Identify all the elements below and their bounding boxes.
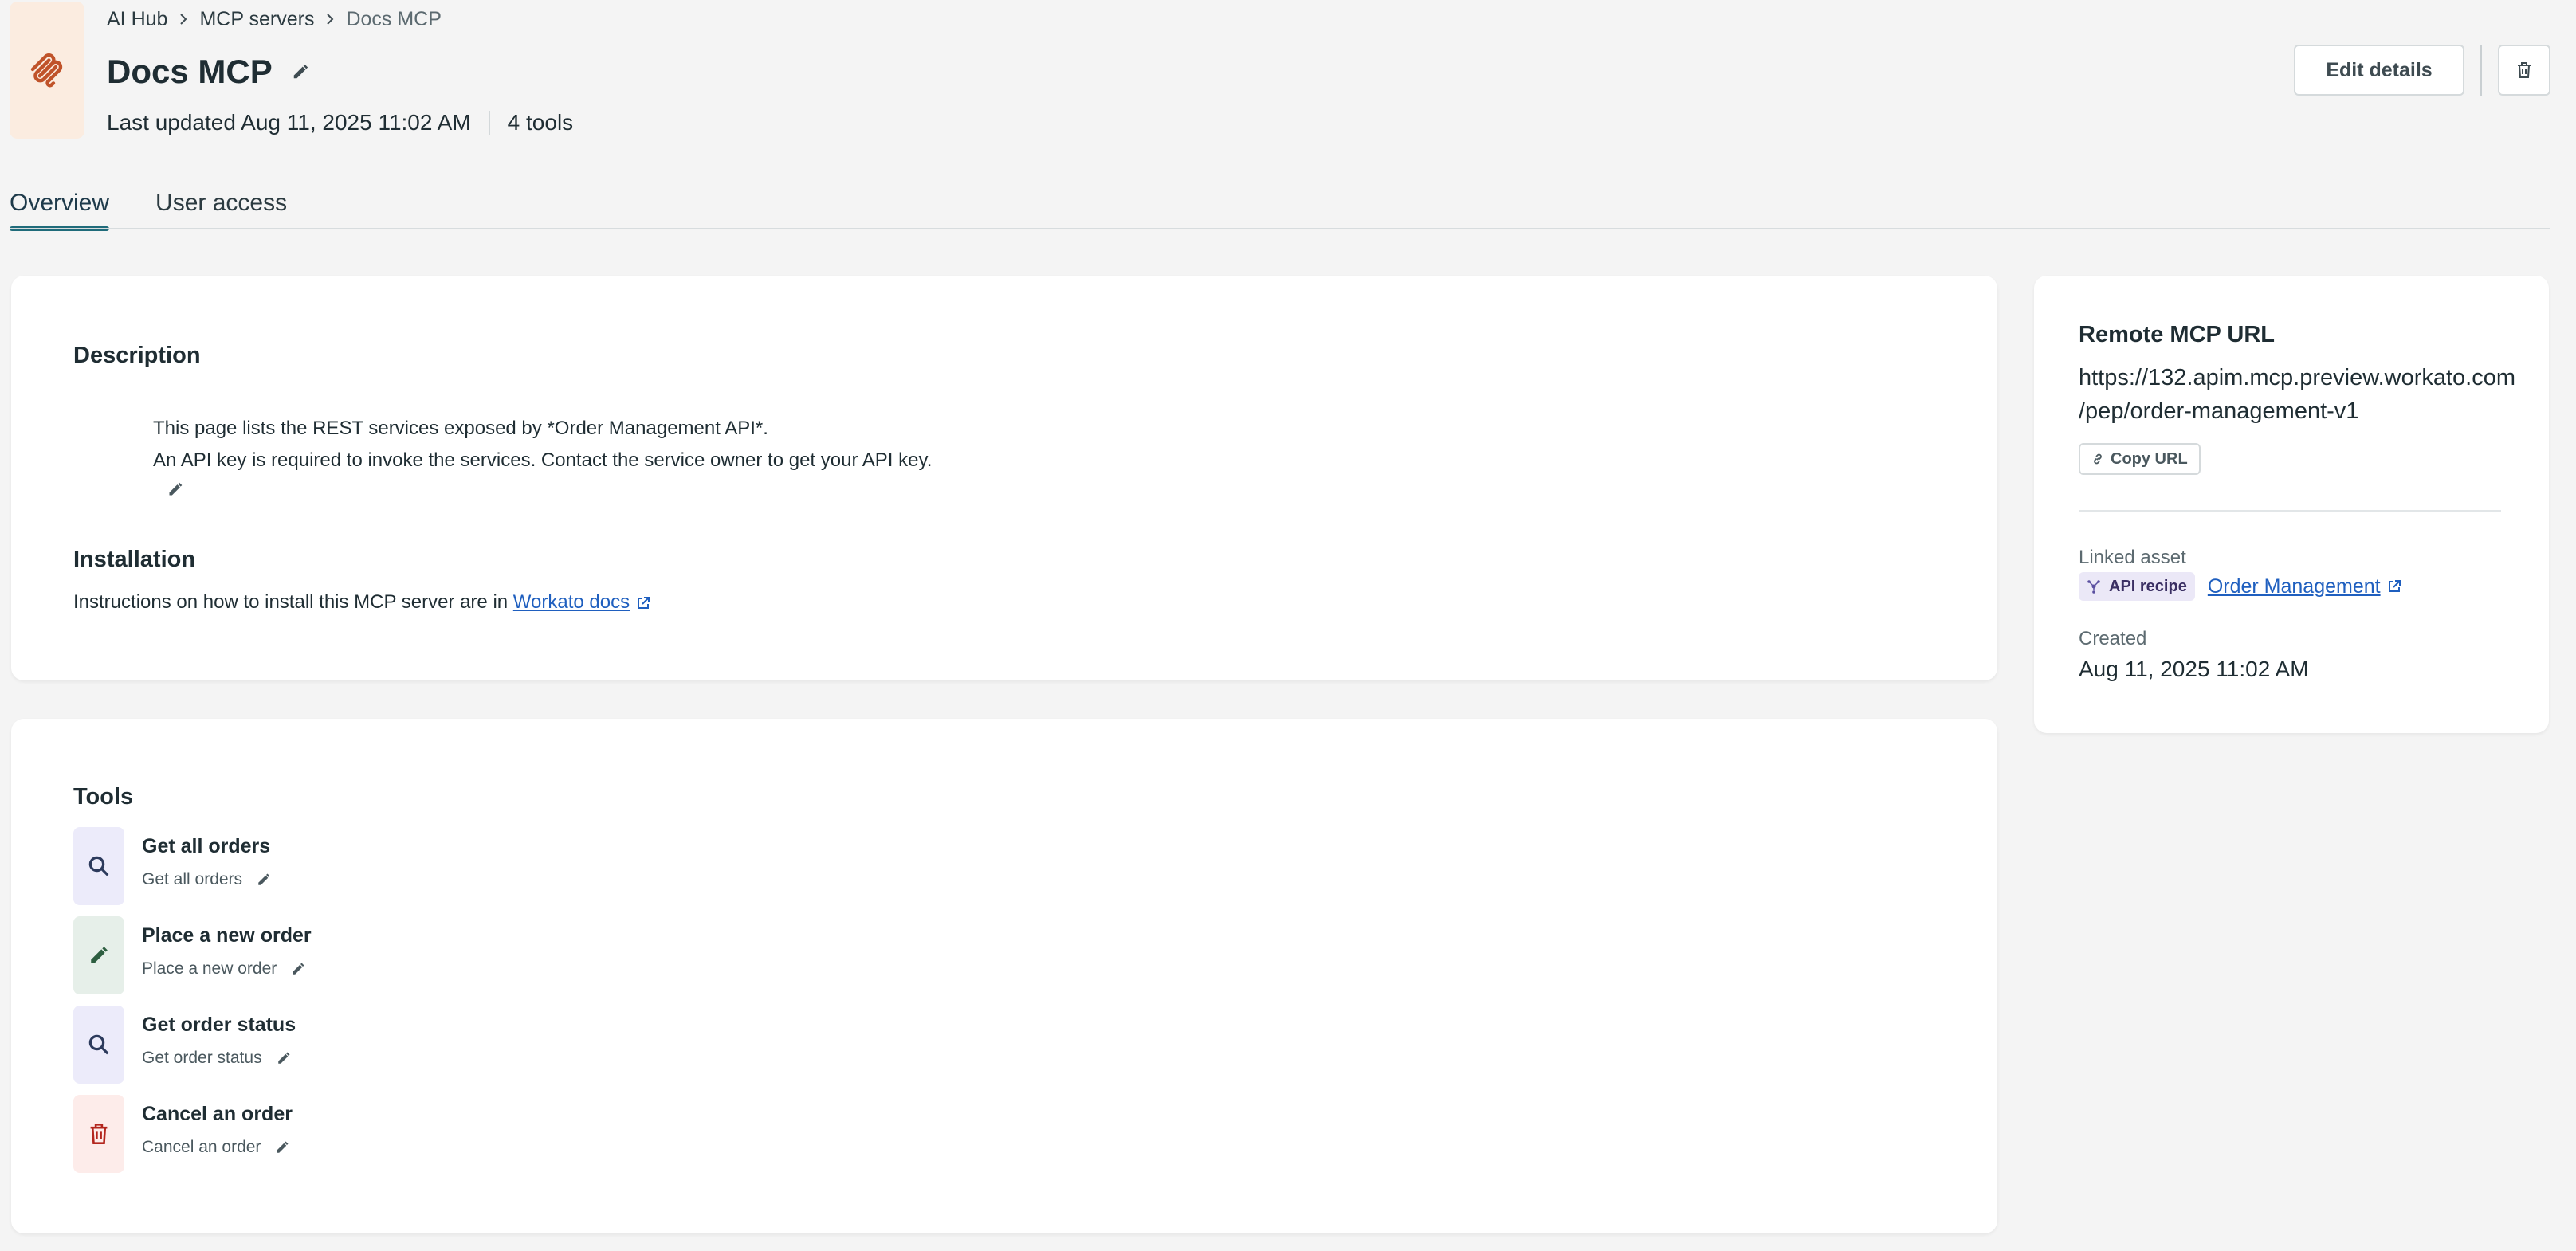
page-title-text: Docs MCP: [107, 53, 273, 90]
search-icon: [73, 827, 124, 905]
side-divider: [2079, 510, 2501, 512]
breadcrumb-mcp-servers[interactable]: MCP servers: [199, 8, 314, 31]
tab-overview[interactable]: Overview: [10, 178, 110, 231]
edit-description-icon[interactable]: [167, 481, 183, 497]
tool-description-text: Place a new order: [142, 959, 277, 978]
remote-url-heading: Remote MCP URL: [2079, 322, 2275, 347]
installation-text: Instructions on how to install this MCP …: [73, 591, 650, 614]
description-line-1: This page lists the REST services expose…: [153, 418, 768, 439]
page-meta: Last updated Aug 11, 2025 11:02 AM 4 too…: [107, 107, 573, 139]
pencil-icon[interactable]: [292, 63, 309, 80]
meta-divider: [488, 111, 490, 135]
tab-user-access[interactable]: User access: [155, 178, 287, 228]
tools-count: 4 tools: [507, 110, 574, 135]
linked-asset: API recipe Order Management: [2079, 571, 2401, 602]
copy-url-label: Copy URL: [2111, 449, 2188, 468]
installation-heading: Installation: [73, 547, 196, 572]
tool-item[interactable]: Get order status Get order status: [73, 1006, 552, 1084]
tool-item[interactable]: Place a new order Place a new order: [73, 916, 552, 994]
tool-description-text: Get order status: [142, 1049, 262, 1067]
created-label: Created: [2079, 628, 2147, 649]
tools-heading: Tools: [73, 784, 134, 810]
external-link-icon: [636, 596, 650, 610]
link-icon: [2094, 453, 2102, 465]
trash-icon: [2518, 62, 2531, 78]
details-sidebar: Remote MCP URL https://132.apim.mcp.prev…: [2034, 276, 2549, 733]
copy-url-button[interactable]: Copy URL: [2079, 443, 2201, 475]
tabs-divider: [10, 228, 2550, 229]
page-title: Docs MCP: [107, 49, 309, 94]
pencil-icon[interactable]: [277, 1051, 291, 1065]
breadcrumb-current: Docs MCP: [346, 7, 442, 30]
delete-button[interactable]: [2498, 45, 2550, 96]
edit-details-button[interactable]: Edit details: [2294, 45, 2464, 96]
description-heading: Description: [73, 343, 201, 368]
asset-link-text[interactable]: Order Management: [2208, 575, 2381, 598]
tool-description: Place a new order: [142, 959, 305, 978]
search-icon: [73, 1006, 124, 1084]
tools-card: Tools Get all orders Get all orders Plac…: [11, 719, 1997, 1233]
pencil-icon: [73, 916, 124, 994]
api-recipe-icon: [2087, 580, 2100, 594]
remote-url-line-2: /pep/order-management-v1: [2079, 398, 2359, 424]
pencil-icon[interactable]: [291, 962, 305, 976]
remote-url-line-1: https://132.apim.mcp.preview.workato.com: [2079, 365, 2516, 390]
tool-description-text: Cancel an order: [142, 1138, 261, 1156]
last-updated: Last updated Aug 11, 2025 11:02 AM: [107, 110, 471, 135]
pencil-icon[interactable]: [275, 1140, 289, 1155]
breadcrumb-ai-hub[interactable]: AI Hub: [107, 8, 167, 31]
tool-name: Get all orders: [142, 835, 271, 857]
tool-description: Get all orders: [142, 870, 271, 889]
tool-item[interactable]: Cancel an order Cancel an order: [73, 1095, 552, 1173]
workato-docs-link[interactable]: Workato docs: [513, 591, 630, 613]
tool-description: Cancel an order: [142, 1138, 289, 1157]
tool-description: Get order status: [142, 1049, 291, 1068]
overview-card: Description This page lists the REST ser…: [11, 276, 1997, 680]
pencil-icon[interactable]: [257, 873, 271, 887]
trash-icon: [73, 1095, 124, 1173]
order-management-link[interactable]: Order Management: [2208, 575, 2401, 598]
tool-name: Cancel an order: [142, 1103, 293, 1125]
tool-name: Get order status: [142, 1014, 296, 1036]
chevron-right-icon: [179, 13, 188, 25]
api-recipe-badge: API recipe: [2079, 572, 2195, 601]
api-recipe-label: API recipe: [2109, 577, 2187, 595]
tool-description-text: Get all orders: [142, 870, 243, 888]
description-line-2: An API key is required to invoke the ser…: [153, 449, 933, 471]
actions-divider: [2480, 45, 2482, 96]
tab-bar: Overview User access: [10, 178, 333, 231]
installation-text-prefix: Instructions on how to install this MCP …: [73, 591, 509, 613]
created-value: Aug 11, 2025 11:02 AM: [2079, 657, 2309, 681]
breadcrumb: AI Hub MCP servers Docs MCP: [107, 5, 442, 33]
mcp-server-icon: [10, 2, 84, 139]
tool-name: Place a new order: [142, 924, 312, 947]
tool-item[interactable]: Get all orders Get all orders: [73, 827, 552, 905]
external-link-icon: [2387, 579, 2401, 594]
chevron-right-icon: [325, 13, 335, 25]
linked-asset-label: Linked asset: [2079, 547, 2186, 568]
